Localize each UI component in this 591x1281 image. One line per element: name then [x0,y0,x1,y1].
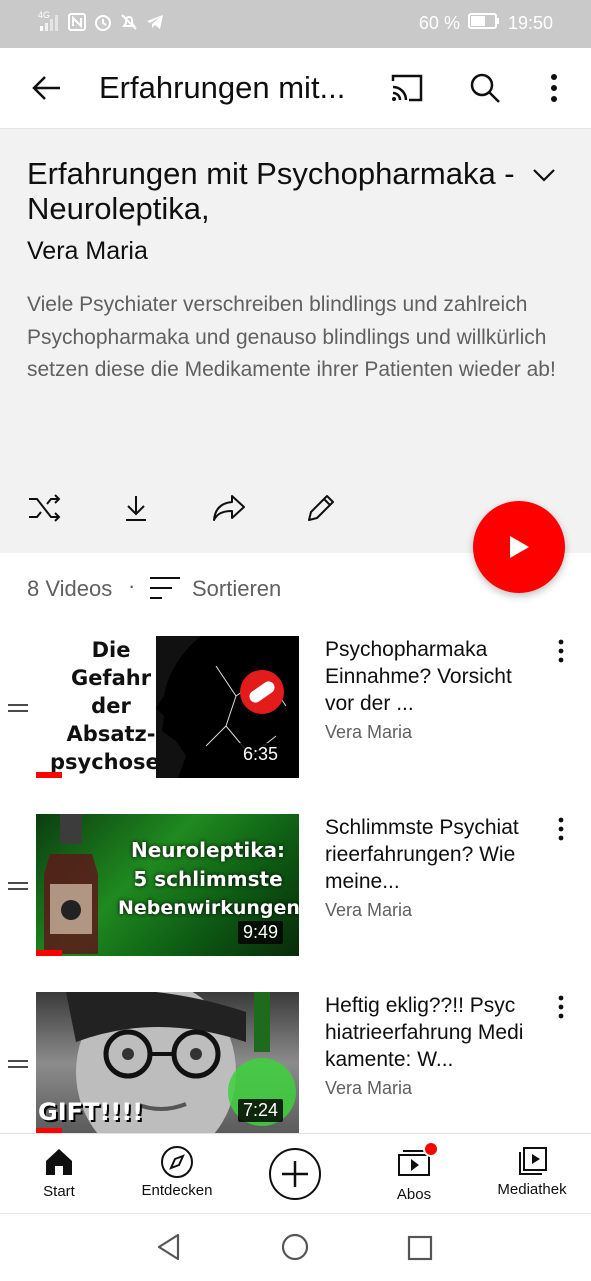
telegram-icon [146,13,164,36]
playlist-header: Erfahrungen mit Psychopharmaka - Neurole… [0,129,591,553]
alarm-icon [94,13,112,36]
playlist-count-row: 8 Videos · Sortieren [0,553,591,625]
edit-button[interactable] [299,486,343,530]
chevron-down-icon [533,169,555,182]
video-thumbnail[interactable]: Neuroleptika: 5 schlimmste Nebenwirkunge… [36,814,299,956]
playlist-owner[interactable]: Vera Maria [27,237,148,266]
channel-name: Vera Maria [325,1078,413,1098]
status-icons-left: 4G [38,10,164,36]
download-icon [126,496,146,521]
list-item[interactable]: Neuroleptika: 5 schlimmste Nebenwirkunge… [0,814,591,974]
explore-icon [161,1146,193,1178]
bottom-navigation: Start Entdecken Abos Mediathek [0,1133,591,1214]
app-bar-title: Erfahrungen mit... [99,70,346,105]
channel-name: Vera Maria [325,722,413,742]
mute-bell-icon [120,13,138,36]
nav-label: Entdecken [141,1182,213,1199]
nav-start[interactable]: Start [18,1134,100,1214]
thumb-text-line: psychose? [50,750,172,774]
list-item[interactable]: Die Gefahr der Absatz- psychose? 6:35 Ps… [0,636,591,796]
watch-progress-bar [36,950,63,956]
video-title[interactable]: Heftig eklig??!! Psychiatrieerfahrung Me… [325,992,525,1073]
shuffle-icon [29,494,61,522]
video-thumbnail[interactable]: Die Gefahr der Absatz- psychose? 6:35 [36,636,299,778]
share-button[interactable] [207,486,251,530]
subscriptions-icon-wrap [397,1141,439,1182]
share-icon [213,495,245,521]
sort-icon[interactable] [150,575,182,606]
video-title[interactable]: Psychopharmaka Einnahme? Vorsicht vor de… [325,636,525,717]
status-bar: 4G 60 % 19:50 [0,0,591,48]
thumb-text-line: Neuroleptika: [130,838,286,862]
more-vert-icon [551,74,557,102]
drag-handle-icon[interactable] [8,880,28,892]
library-icon [519,1147,547,1175]
create-plus-icon [269,1148,321,1200]
cast-icon [391,74,423,102]
status-icons-right: 60 % 19:50 [419,13,553,34]
signal-icon: 4G [38,10,60,35]
home-circle-icon[interactable] [281,1233,309,1261]
video-thumbnail[interactable]: GIFT!!!! 7:24 [36,992,299,1133]
sort-button[interactable]: Sortieren [192,576,281,602]
search-button[interactable] [463,66,507,110]
thumb-text-line: Nebenwirkungen [118,897,299,919]
video-title[interactable]: Schlimmste Psychiatrieerfahrungen? Wie m… [325,814,525,895]
nav-label: Abos [396,1186,432,1203]
nav-create[interactable] [266,1134,324,1214]
back-button[interactable] [25,66,69,110]
system-navigation-bar [0,1213,591,1281]
drag-handle-icon[interactable] [8,1058,28,1070]
list-item[interactable]: GIFT!!!! 7:24 Heftig eklig??!! Psychiatr… [0,992,591,1133]
shuffle-button[interactable] [23,486,67,530]
bottle-graphic [44,814,98,954]
thumb-text-line: GIFT!!!! [38,1098,144,1126]
watch-progress-bar [36,772,63,778]
channel-name: Vera Maria [325,900,413,920]
nav-subscriptions[interactable]: Abos [378,1134,450,1214]
nav-library[interactable]: Mediathek [486,1134,578,1214]
thumb-text-line: 5 schlimmste [133,867,283,891]
download-button[interactable] [114,486,158,530]
battery-icon [467,13,500,34]
thumb-text-line: der [91,694,131,718]
nav-label: Mediathek [497,1181,567,1198]
nav-explore[interactable]: Entdecken [132,1134,222,1214]
more-vert-icon[interactable] [548,638,574,664]
duration-badge: 9:49 [237,921,283,944]
expand-button[interactable] [522,153,566,197]
back-triangle-icon[interactable] [156,1233,182,1261]
playlist-description: Viele Psychiater verschreiben blindlings… [27,293,556,381]
more-vert-icon[interactable] [548,994,574,1020]
playlist-title: Erfahrungen mit Psychopharmaka - Neurole… [27,156,515,226]
clock: 19:50 [507,13,553,33]
notification-badge [423,1141,439,1157]
back-arrow-icon [32,76,60,100]
search-icon [470,73,500,103]
home-icon [46,1149,72,1175]
duration-badge: 6:35 [237,743,283,766]
video-count: 8 Videos [27,576,113,601]
battery-percent: 60 % [418,13,460,33]
more-options-button[interactable] [532,66,576,110]
cast-button[interactable] [385,66,429,110]
duration-badge: 7:24 [237,1099,283,1122]
nav-label: Start [43,1183,75,1200]
thumb-text-line: Gefahr [70,666,152,690]
app-bar: Erfahrungen mit... [0,48,591,129]
nfc-icon [68,13,86,36]
more-vert-icon[interactable] [548,816,574,842]
recents-square-icon[interactable] [407,1235,433,1261]
thumb-text-line: Die [91,638,131,662]
drag-handle-icon[interactable] [8,702,28,714]
separator-dot: · [128,573,136,598]
edit-icon [308,495,334,521]
thumb-text-line: Absatz- [66,722,156,746]
